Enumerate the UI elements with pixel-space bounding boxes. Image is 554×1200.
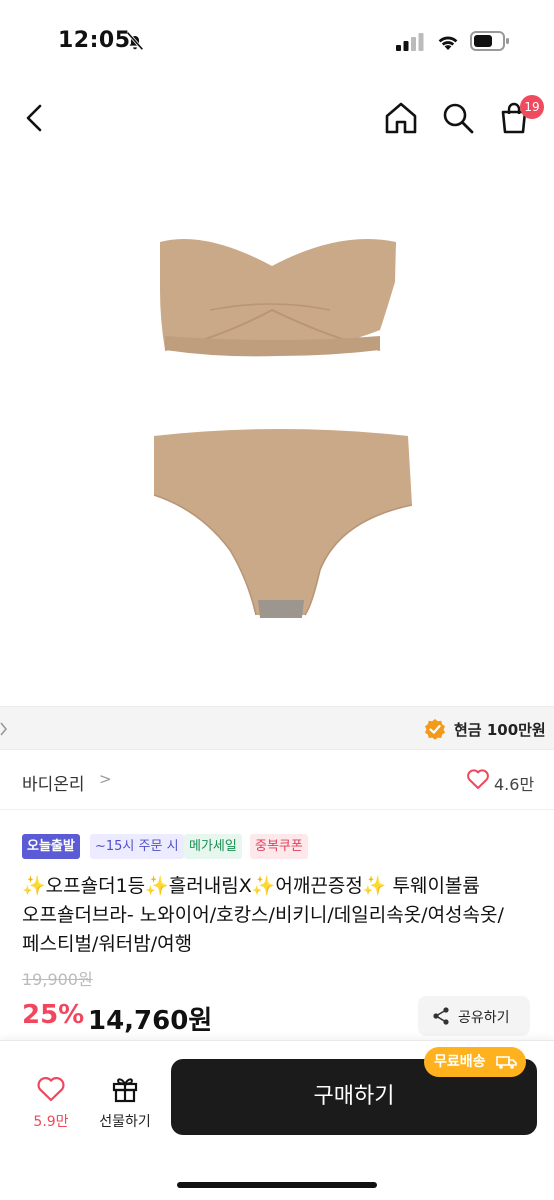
battery-icon <box>470 31 509 51</box>
discount-rate: 25% <box>22 1000 85 1030</box>
tag-same-day-shipping: 오늘출발 <box>22 834 80 859</box>
sale-price: 14,760원 <box>88 1006 213 1036</box>
cart-count-badge: 19 <box>520 95 544 119</box>
status-time: 12:05 <box>58 28 131 53</box>
tag-order-deadline: ~15시 주문 시 <box>90 834 184 859</box>
product-image[interactable] <box>0 150 554 705</box>
home-icon[interactable] <box>382 100 420 136</box>
share-button[interactable]: 공유하기 <box>418 996 530 1036</box>
chevron-right-icon <box>0 722 8 736</box>
gift-button[interactable]: 선물하기 <box>92 1067 158 1139</box>
wifi-icon <box>438 36 458 50</box>
search-icon[interactable] <box>440 100 476 136</box>
free-shipping-badge: 무료배송 <box>424 1047 526 1077</box>
cash-promo-bar[interactable]: 현금 100만원 <box>0 706 554 750</box>
status-bar: 12:05 <box>0 0 554 80</box>
gift-icon <box>112 1078 138 1103</box>
store-arrow: > <box>99 770 112 788</box>
store-like-heart-icon[interactable] <box>466 768 490 790</box>
promo-text: 현금 100만원 <box>454 721 546 739</box>
share-label: 공유하기 <box>458 1010 510 1026</box>
truck-icon <box>496 1056 517 1069</box>
back-arrow-icon[interactable] <box>18 98 52 138</box>
tag-mega-sale: 메가세일 <box>184 834 242 859</box>
favorite-count: 5.9만 <box>33 1114 69 1130</box>
bell-off-icon <box>126 31 144 51</box>
gift-label: 선물하기 <box>99 1114 151 1130</box>
tag-duplicate-coupon: 중복쿠폰 <box>250 834 308 859</box>
product-title: ✨오프숄더1등✨흘러내림X✨어깨끈증정✨ 투웨이볼륨 오프숄더브라- 노와이어/… <box>22 875 504 955</box>
store-like-count: 4.6만 <box>494 775 535 794</box>
store-row[interactable]: 바디온리 > 4.6만 <box>0 752 554 810</box>
verified-badge-icon <box>425 719 445 740</box>
favorite-button[interactable]: 5.9만 <box>24 1067 78 1139</box>
original-price: 19,900원 <box>22 970 93 989</box>
product-photo-bra-set <box>153 239 413 618</box>
free-shipping-label: 무료배송 <box>434 1054 486 1070</box>
signal-icon <box>396 33 424 51</box>
share-icon <box>433 1007 449 1025</box>
top-navigation <box>0 88 554 148</box>
home-indicator <box>177 1182 377 1188</box>
store-name[interactable]: 바디온리 <box>22 770 85 795</box>
heart-icon <box>37 1076 65 1102</box>
